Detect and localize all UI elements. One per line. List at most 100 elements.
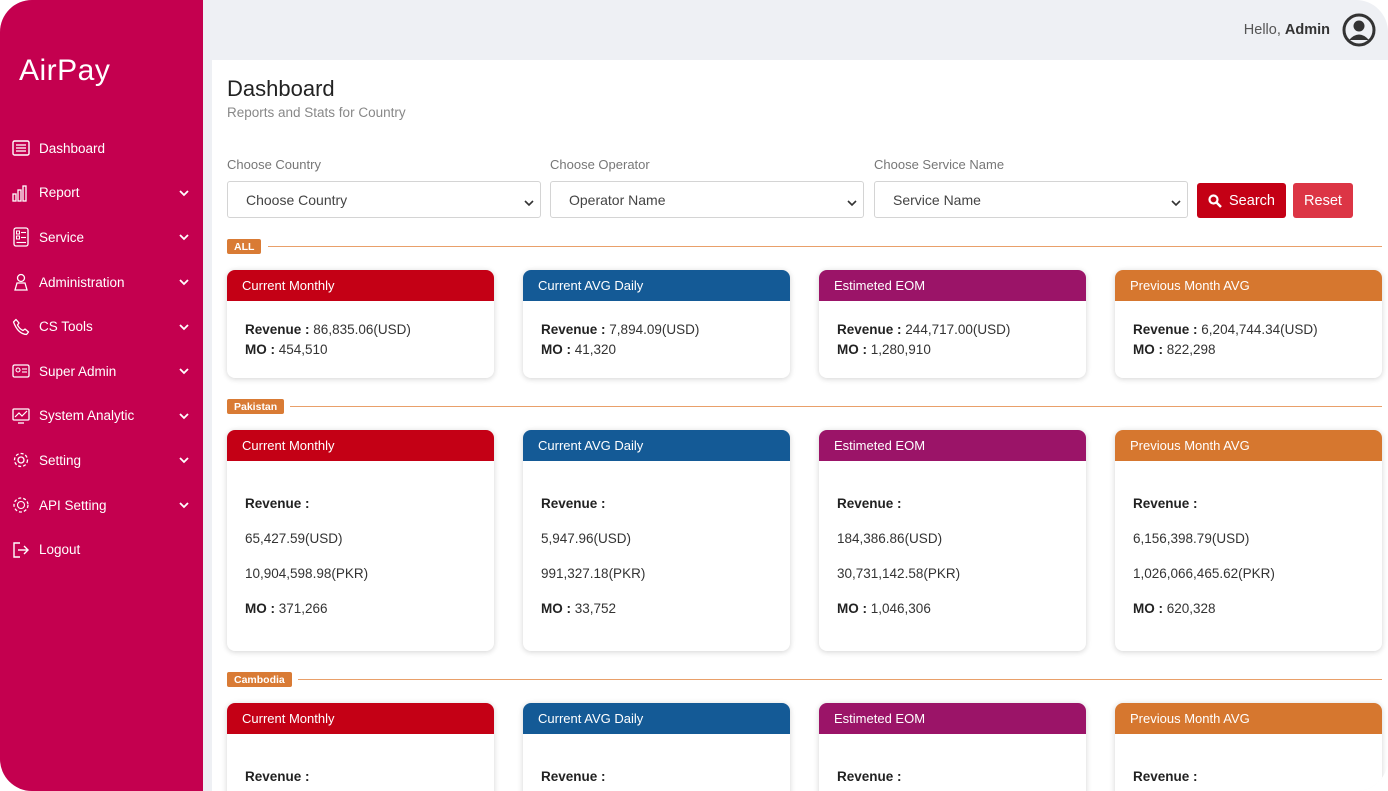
mo-label: MO : bbox=[1133, 342, 1163, 357]
card-title: Estimeted EOM bbox=[819, 430, 1086, 461]
sidebar-item-label: Service bbox=[39, 229, 85, 245]
reset-button[interactable]: Reset bbox=[1293, 183, 1353, 218]
revenue-usd-value: 6,156,398.79(USD) bbox=[1133, 531, 1250, 546]
card-all-current-avg-daily: Current AVG Daily Revenue : 7,894.09(USD… bbox=[523, 270, 790, 378]
operator-label: Choose Operator bbox=[550, 157, 650, 172]
sidebar-item-service[interactable]: Service bbox=[0, 215, 203, 260]
sidebar-item-logout[interactable]: Logout bbox=[0, 527, 203, 572]
revenue-label: Revenue : bbox=[1133, 769, 1198, 784]
chevron-down-icon bbox=[179, 366, 189, 376]
revenue-local-value: 10,904,598.98(PKR) bbox=[245, 566, 369, 581]
card-title: Previous Month AVG bbox=[1115, 270, 1382, 301]
card-all-current-monthly: Current Monthly Revenue : 86,835.06(USD)… bbox=[227, 270, 494, 378]
sidebar-item-super-admin[interactable]: Super Admin bbox=[0, 349, 203, 394]
card-title: Current AVG Daily bbox=[523, 270, 790, 301]
mo-value: 1,046,306 bbox=[870, 601, 931, 616]
logout-icon bbox=[12, 541, 30, 559]
page-subtitle: Reports and Stats for Country bbox=[227, 105, 406, 120]
revenue-local-value: 30,731,142.58(PKR) bbox=[837, 566, 961, 581]
phone-icon bbox=[12, 318, 30, 336]
card-title: Previous Month AVG bbox=[1115, 430, 1382, 461]
monitor-chart-icon bbox=[12, 407, 30, 425]
revenue-value: 7,894.09(USD) bbox=[609, 322, 700, 337]
section-tag-cambodia: Cambodia bbox=[227, 672, 292, 687]
revenue-local-value: 991,327.18(PKR) bbox=[541, 566, 646, 581]
service-list-icon bbox=[12, 227, 30, 248]
sidebar-item-api-setting[interactable]: API Setting bbox=[0, 483, 203, 528]
revenue-label: Revenue : bbox=[245, 769, 310, 784]
revenue-value: 244,717.00(USD) bbox=[905, 322, 1011, 337]
chevron-down-icon bbox=[179, 455, 189, 465]
search-button[interactable]: Search bbox=[1197, 183, 1286, 218]
revenue-usd-value: 5,947.96(USD) bbox=[541, 531, 632, 546]
user-greeting: Hello, Admin bbox=[1244, 22, 1330, 38]
main-content: Dashboard Reports and Stats for Country … bbox=[212, 60, 1388, 791]
service-select-value: Service Name bbox=[893, 191, 981, 208]
sidebar-item-report[interactable]: Report bbox=[0, 171, 203, 216]
chevron-down-icon bbox=[847, 195, 857, 207]
mo-label: MO : bbox=[837, 601, 867, 616]
mo-value: 371,266 bbox=[278, 601, 328, 616]
service-select[interactable]: Service Name bbox=[874, 181, 1188, 218]
card-title: Current Monthly bbox=[227, 430, 494, 461]
operator-select[interactable]: Operator Name bbox=[550, 181, 864, 218]
mo-value: 620,328 bbox=[1166, 601, 1216, 616]
card-title: Current Monthly bbox=[227, 270, 494, 301]
bar-chart-icon bbox=[12, 184, 30, 202]
id-card-icon bbox=[12, 362, 30, 380]
revenue-value: 86,835.06(USD) bbox=[313, 322, 411, 337]
chevron-down-icon bbox=[179, 322, 189, 332]
revenue-label: Revenue : bbox=[837, 769, 902, 784]
revenue-label: Revenue : bbox=[837, 322, 902, 337]
sidebar: AirPay Dashboard Report Service Administ… bbox=[0, 0, 203, 791]
mo-label: MO : bbox=[541, 342, 571, 357]
sidebar-item-label: API Setting bbox=[39, 497, 107, 513]
country-label: Choose Country bbox=[227, 157, 321, 172]
revenue-label: Revenue : bbox=[1133, 496, 1198, 511]
sidebar-item-setting[interactable]: Setting bbox=[0, 438, 203, 483]
country-select-value: Choose Country bbox=[246, 191, 348, 208]
revenue-label: Revenue : bbox=[245, 496, 310, 511]
mo-value: 41,320 bbox=[574, 342, 617, 357]
app-frame: AirPay Dashboard Report Service Administ… bbox=[0, 0, 1388, 791]
page-title: Dashboard bbox=[227, 76, 335, 101]
sidebar-item-dashboard[interactable]: Dashboard bbox=[0, 126, 203, 171]
chevron-down-icon bbox=[179, 411, 189, 421]
card-title: Previous Month AVG bbox=[1115, 703, 1382, 734]
search-button-label: Search bbox=[1229, 192, 1275, 209]
card-cambodia-current-monthly: Current Monthly Revenue : bbox=[227, 703, 494, 791]
revenue-local-value: 1,026,066,465.62(PKR) bbox=[1133, 566, 1275, 581]
mo-label: MO : bbox=[541, 601, 571, 616]
card-title: Estimeted EOM bbox=[819, 270, 1086, 301]
revenue-usd-value: 184,386.86(USD) bbox=[837, 531, 943, 546]
sidebar-item-cs-tools[interactable]: CS Tools bbox=[0, 304, 203, 349]
operator-select-value: Operator Name bbox=[569, 191, 666, 208]
user-name: Admin bbox=[1284, 22, 1330, 38]
sidebar-nav: Dashboard Report Service Administration … bbox=[0, 126, 203, 572]
mo-value: 1,280,910 bbox=[870, 342, 931, 357]
card-pakistan-current-avg-daily: Current AVG Daily Revenue : 5,947.96(USD… bbox=[523, 430, 790, 651]
mo-label: MO : bbox=[245, 601, 275, 616]
card-pakistan-current-monthly: Current Monthly Revenue : 65,427.59(USD)… bbox=[227, 430, 494, 651]
card-all-estimated-eom: Estimeted EOM Revenue : 244,717.00(USD) … bbox=[819, 270, 1086, 378]
sidebar-item-system-analytic[interactable]: System Analytic bbox=[0, 394, 203, 439]
user-circle-icon[interactable] bbox=[1342, 13, 1376, 47]
gear-icon bbox=[12, 451, 30, 469]
sidebar-item-administration[interactable]: Administration bbox=[0, 260, 203, 305]
greeting-text: Hello, bbox=[1243, 22, 1281, 38]
card-pakistan-previous-month-avg: Previous Month AVG Revenue : 6,156,398.7… bbox=[1115, 430, 1382, 651]
card-title: Current Monthly bbox=[227, 703, 494, 734]
card-title: Estimeted EOM bbox=[819, 703, 1086, 734]
section-tag-all: ALL bbox=[227, 239, 262, 254]
card-cambodia-previous-month-avg: Previous Month AVG Revenue : bbox=[1115, 703, 1382, 791]
country-select[interactable]: Choose Country bbox=[227, 181, 541, 218]
section-divider bbox=[298, 679, 1382, 680]
revenue-label: Revenue : bbox=[245, 322, 310, 337]
service-label: Choose Service Name bbox=[874, 157, 1005, 172]
top-bar: Hello, Admin bbox=[203, 0, 1388, 60]
sidebar-item-label: Setting bbox=[39, 452, 82, 468]
chevron-down-icon bbox=[179, 232, 189, 242]
section-divider bbox=[268, 246, 1382, 247]
brand-logo[interactable]: AirPay bbox=[19, 54, 110, 88]
section-divider bbox=[290, 406, 1382, 407]
